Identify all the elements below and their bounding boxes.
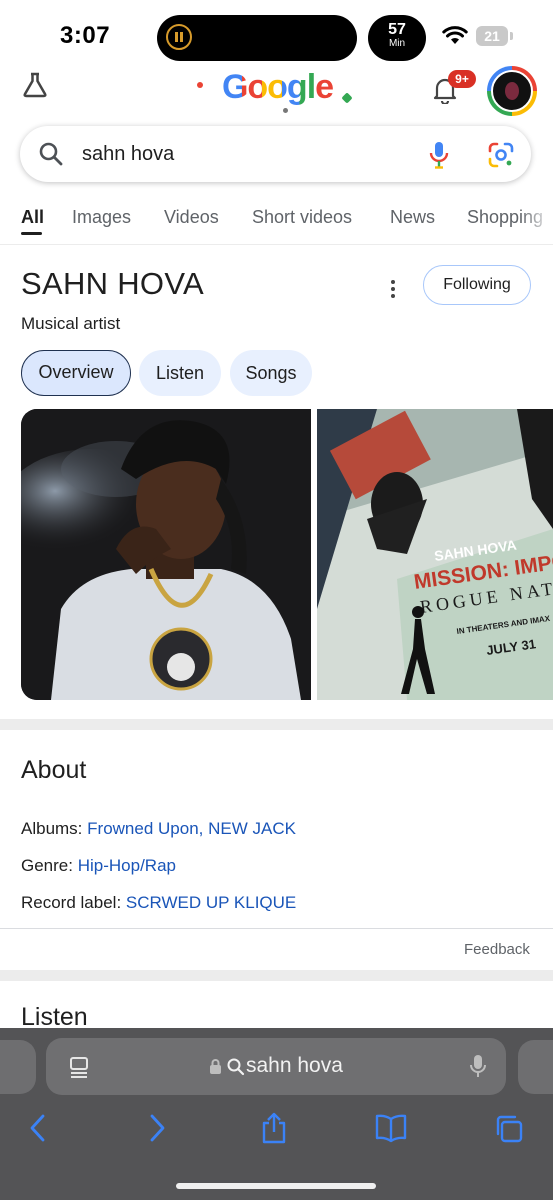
tab-news[interactable]: News	[390, 207, 435, 228]
about-heading: About	[21, 756, 87, 784]
battery-indicator: 21	[476, 26, 508, 46]
section-separator	[0, 719, 553, 730]
tab-all[interactable]: All	[21, 207, 44, 228]
pause-icon[interactable]	[166, 24, 192, 50]
voice-search-icon[interactable]	[428, 140, 450, 170]
google-doodle[interactable]: Google	[195, 68, 360, 116]
search-icon	[227, 1058, 245, 1076]
search-icon	[39, 142, 63, 166]
tab-images[interactable]: Images	[72, 207, 131, 228]
poster-image[interactable]: SAHN HOVA MISSION: IMPOSSI ROGUE NATI IN…	[317, 409, 553, 700]
artist-photo-art	[21, 409, 311, 700]
record-label-link[interactable]: SCRWED UP KLIQUE	[126, 893, 296, 912]
divider	[0, 244, 553, 245]
share-icon[interactable]	[259, 1112, 289, 1144]
divider	[0, 928, 553, 929]
following-button[interactable]: Following	[423, 265, 531, 305]
genre-link[interactable]: Hip-Hop/Rap	[78, 856, 176, 875]
timer-unit: Min	[388, 38, 406, 49]
fact-label: Record label:	[21, 893, 122, 912]
chip-songs[interactable]: Songs	[230, 350, 312, 396]
bookmarks-icon[interactable]	[374, 1112, 408, 1144]
home-indicator	[176, 1183, 376, 1189]
status-time: 3:07	[60, 22, 111, 49]
poster-art: SAHN HOVA MISSION: IMPOSSI ROGUE NATI IN…	[317, 409, 553, 700]
microphone-icon[interactable]	[469, 1054, 487, 1080]
album-link-new-jack[interactable]: NEW JACK	[208, 819, 296, 838]
chip-overview[interactable]: Overview	[21, 350, 131, 396]
tab-short-videos[interactable]: Short videos	[252, 207, 352, 228]
album-link-frowned-upon[interactable]: Frowned Upon	[87, 819, 199, 838]
feedback-link[interactable]: Feedback	[464, 941, 530, 958]
timer-live-activity[interactable]: 57 Min	[368, 15, 426, 61]
tabs-icon[interactable]	[494, 1112, 524, 1144]
tab-videos[interactable]: Videos	[164, 207, 219, 228]
address-bar-text[interactable]: sahn hova	[246, 1054, 343, 1078]
fact-label: Albums:	[21, 819, 83, 838]
next-tab-preview[interactable]	[518, 1040, 553, 1094]
forward-icon[interactable]	[145, 1112, 169, 1144]
tabs-scroll-fade	[520, 198, 553, 238]
notification-badge: 9+	[448, 70, 476, 88]
previous-tab-preview[interactable]	[0, 1040, 36, 1094]
google-lens-icon[interactable]	[487, 141, 515, 169]
fact-genre: Genre: Hip-Hop/Rap	[21, 856, 176, 876]
more-options-icon[interactable]	[388, 279, 398, 299]
wifi-icon	[442, 26, 468, 44]
back-icon[interactable]	[26, 1112, 50, 1144]
fact-separator: ,	[198, 819, 209, 838]
fact-label: Genre:	[21, 856, 73, 875]
fact-albums: Albums: Frowned Upon, NEW JACK	[21, 819, 296, 839]
artist-photo[interactable]	[21, 409, 311, 700]
chip-listen[interactable]: Listen	[139, 350, 221, 396]
lock-icon	[210, 1059, 221, 1074]
battery-tip	[510, 32, 513, 40]
page-menu-icon[interactable]	[68, 1056, 90, 1078]
account-avatar[interactable]	[487, 66, 537, 116]
timer-value: 57	[388, 21, 406, 38]
entity-subtitle: Musical artist	[21, 314, 121, 333]
doodle-logo-text: Google	[221, 68, 334, 106]
tab-selected-indicator	[21, 232, 42, 235]
entity-title: SAHN HOVA	[21, 266, 204, 301]
labs-flask-icon[interactable]	[20, 70, 50, 100]
section-separator	[0, 970, 553, 981]
fact-record-label: Record label: SCRWED UP KLIQUE	[21, 893, 296, 913]
doodle-dot	[197, 82, 203, 88]
doodle-dot	[283, 108, 288, 113]
search-query-text[interactable]: sahn hova	[82, 143, 174, 166]
